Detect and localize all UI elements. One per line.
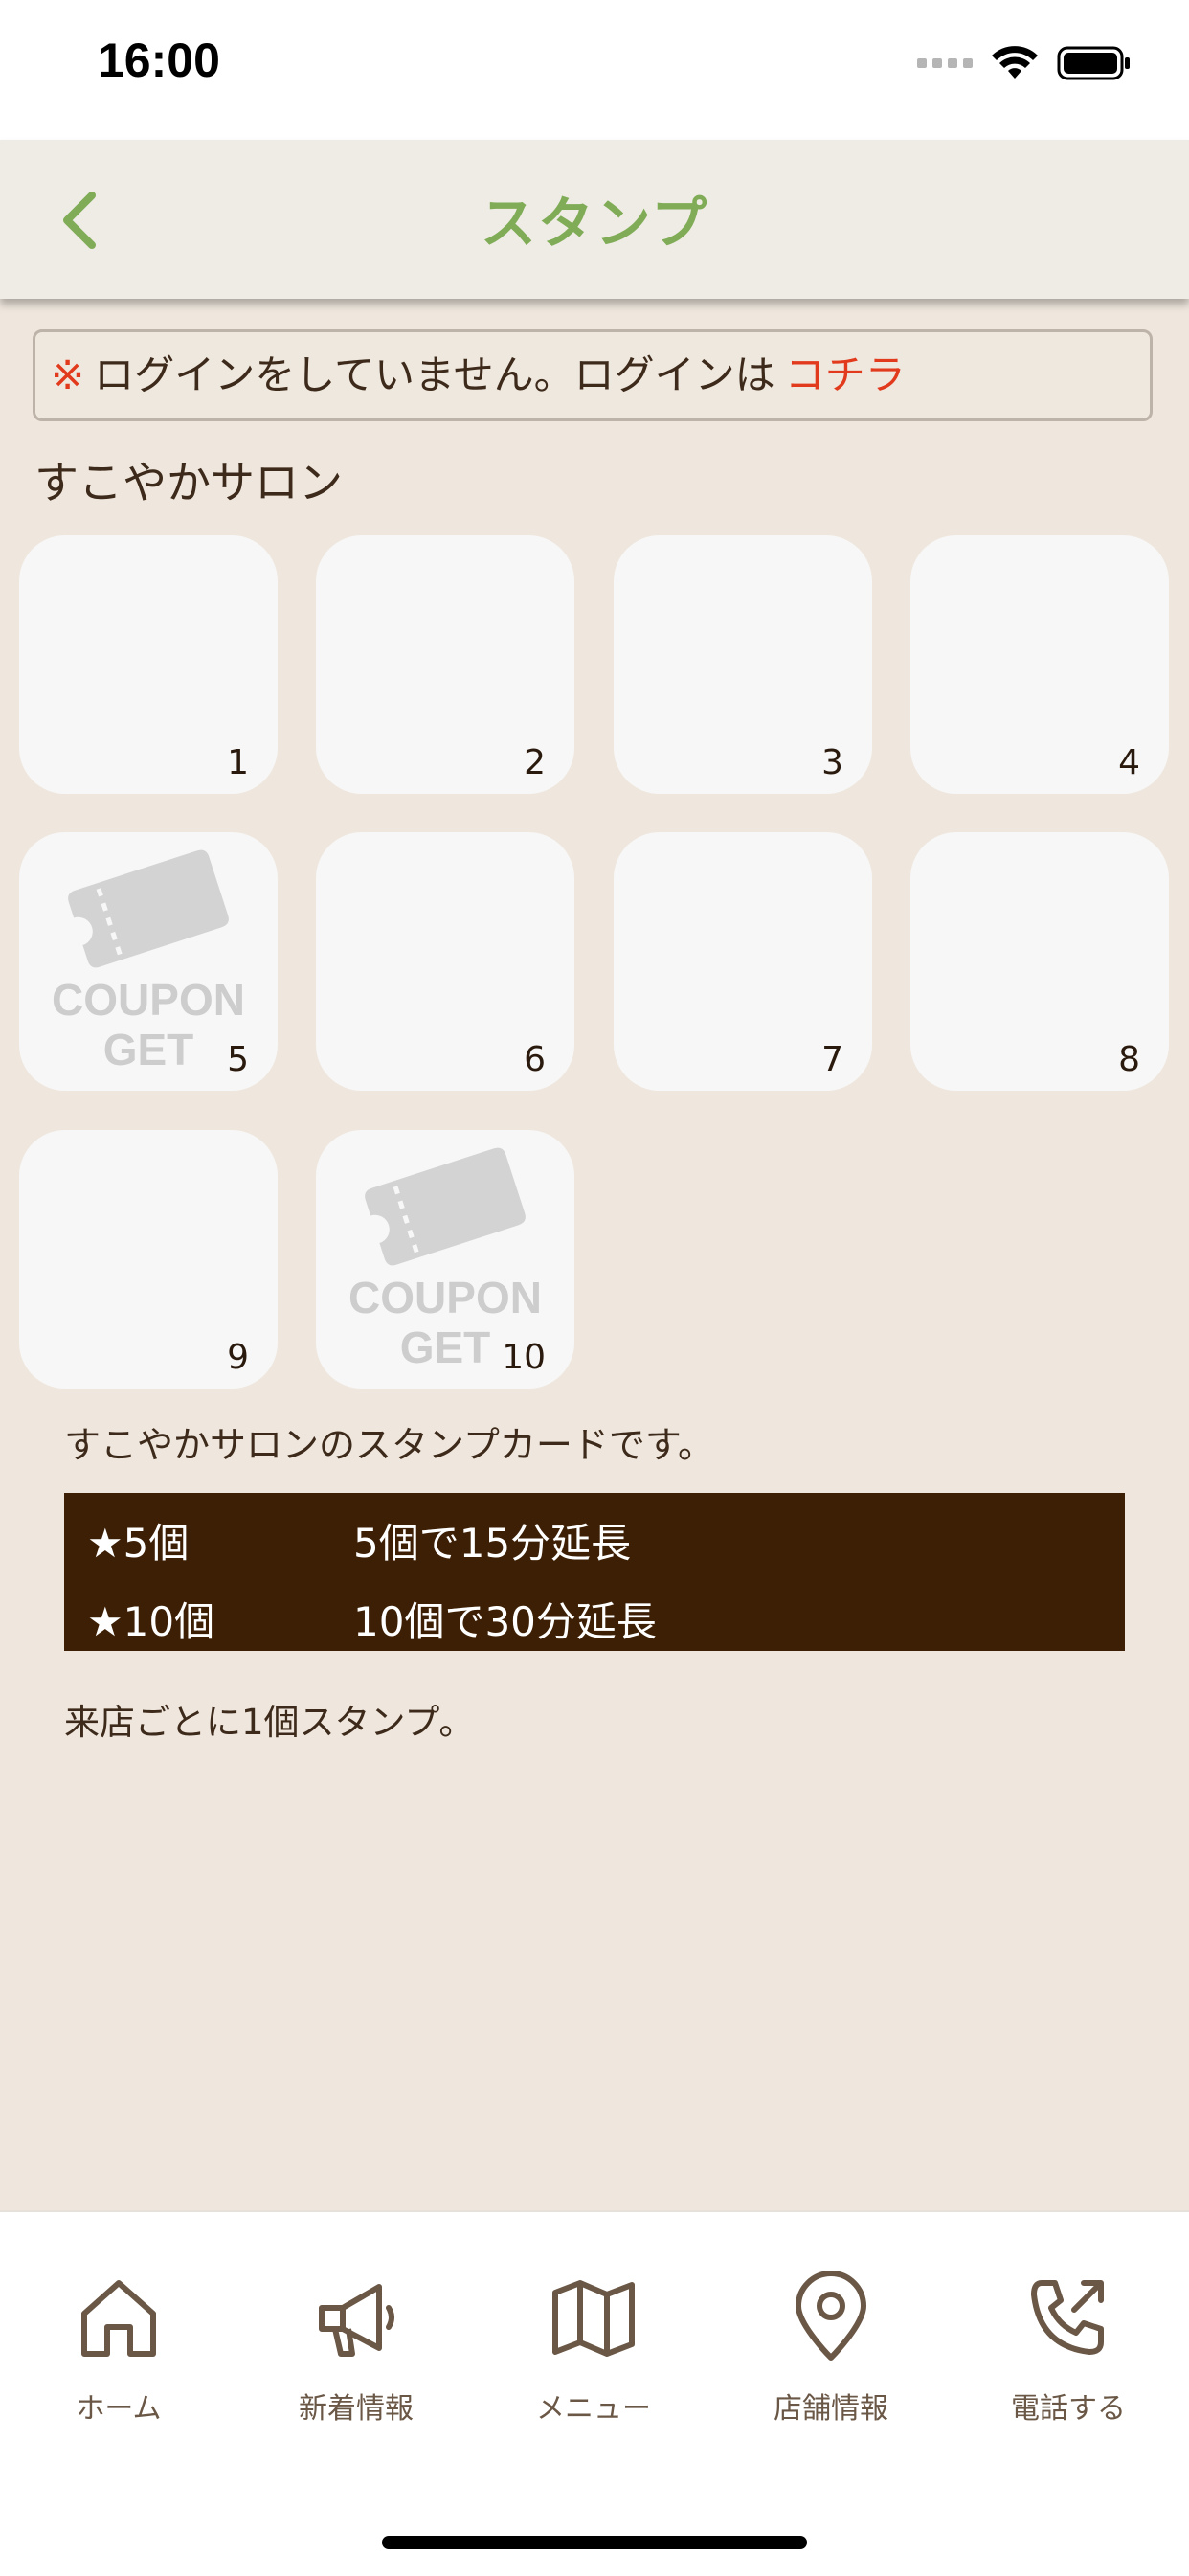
reward-row: ★5個 5個で15分延長 — [64, 1501, 1125, 1579]
tab-label: 電話する — [1011, 2392, 1126, 2426]
signal-icon — [917, 58, 973, 68]
reward-text: 5個で15分延長 — [353, 1519, 632, 1567]
stamp-cell-coupon: COUPON GET 10 — [316, 1130, 574, 1389]
stamp-number: 7 — [821, 1040, 843, 1079]
page-title: スタンプ — [480, 191, 709, 256]
tab-label: ホーム — [76, 2392, 162, 2426]
tab-label: メニュー — [536, 2392, 651, 2426]
wifi-icon — [992, 46, 1038, 79]
tab-news[interactable]: 新着情報 — [237, 2270, 475, 2427]
login-link[interactable]: コチラ — [785, 351, 906, 398]
stamp-cell: 4 — [910, 535, 1169, 794]
shop-name: すこやかサロン — [34, 457, 343, 508]
location-pin-icon — [796, 2271, 866, 2361]
reward-count: ★10個 — [87, 1597, 215, 1645]
stamp-number: 5 — [227, 1040, 249, 1079]
stamp-cell: 7 — [614, 832, 872, 1091]
stamp-cell: 9 — [19, 1130, 278, 1389]
tab-label: 新着情報 — [299, 2392, 414, 2426]
map-icon — [552, 2280, 635, 2357]
coupon-label-line1: COUPON — [52, 975, 245, 1025]
stamp-card-description: すこやかサロンのスタンプカードです。 — [64, 1424, 715, 1466]
status-time: 16:00 — [98, 34, 220, 87]
stamp-number: 1 — [227, 743, 249, 782]
megaphone-icon — [319, 2284, 394, 2357]
stamp-number: 4 — [1118, 743, 1140, 782]
login-message: ログインをしていません。ログインは — [94, 351, 775, 398]
status-icons — [917, 44, 1132, 82]
tab-call[interactable]: 電話する — [950, 2270, 1187, 2427]
tab-menu[interactable]: メニュー — [475, 2270, 712, 2427]
status-bar: 16:00 — [0, 0, 1189, 140]
stamp-cell: 6 — [316, 832, 574, 1091]
coupon-label-line1: COUPON — [348, 1273, 542, 1322]
tab-store-info[interactable]: 店舗情報 — [712, 2270, 950, 2427]
stamp-rule-note: 来店ごとに1個スタンプ。 — [64, 1702, 475, 1743]
stamp-cell: 2 — [316, 535, 574, 794]
stamp-number: 10 — [502, 1338, 546, 1377]
reward-text: 10個で30分延長 — [353, 1597, 657, 1645]
stamp-number: 9 — [227, 1338, 249, 1377]
home-indicator[interactable] — [382, 2536, 807, 2549]
tab-home[interactable]: ホーム — [0, 2270, 237, 2427]
tab-label: 店舗情報 — [774, 2392, 888, 2426]
stamp-cell: 3 — [614, 535, 872, 794]
stamp-cell: 1 — [19, 535, 278, 794]
stamp-cell: 8 — [910, 832, 1169, 1091]
phone-icon — [1031, 2280, 1104, 2355]
battery-icon — [1057, 46, 1130, 80]
stamp-number: 6 — [524, 1040, 546, 1079]
notice-mark: ※ — [51, 351, 85, 398]
stamp-number: 3 — [821, 743, 843, 782]
stamp-number: 8 — [1118, 1040, 1140, 1079]
reward-row: ★10個 10個で30分延長 — [64, 1579, 1125, 1658]
stamp-cell-coupon: COUPON GET 5 — [19, 832, 278, 1091]
reward-count: ★5個 — [87, 1519, 190, 1567]
login-banner: ※ ログインをしていません。ログインは コチラ — [33, 329, 1153, 421]
navigation-bar: スタンプ — [0, 140, 1189, 299]
home-icon — [81, 2280, 156, 2357]
reward-table: ★5個 5個で15分延長 ★10個 10個で30分延長 — [64, 1493, 1125, 1651]
stamp-number: 2 — [524, 743, 546, 782]
tab-bar: ホーム 新着情報 メニュー 店舗情報 電話する — [0, 2210, 1189, 2576]
